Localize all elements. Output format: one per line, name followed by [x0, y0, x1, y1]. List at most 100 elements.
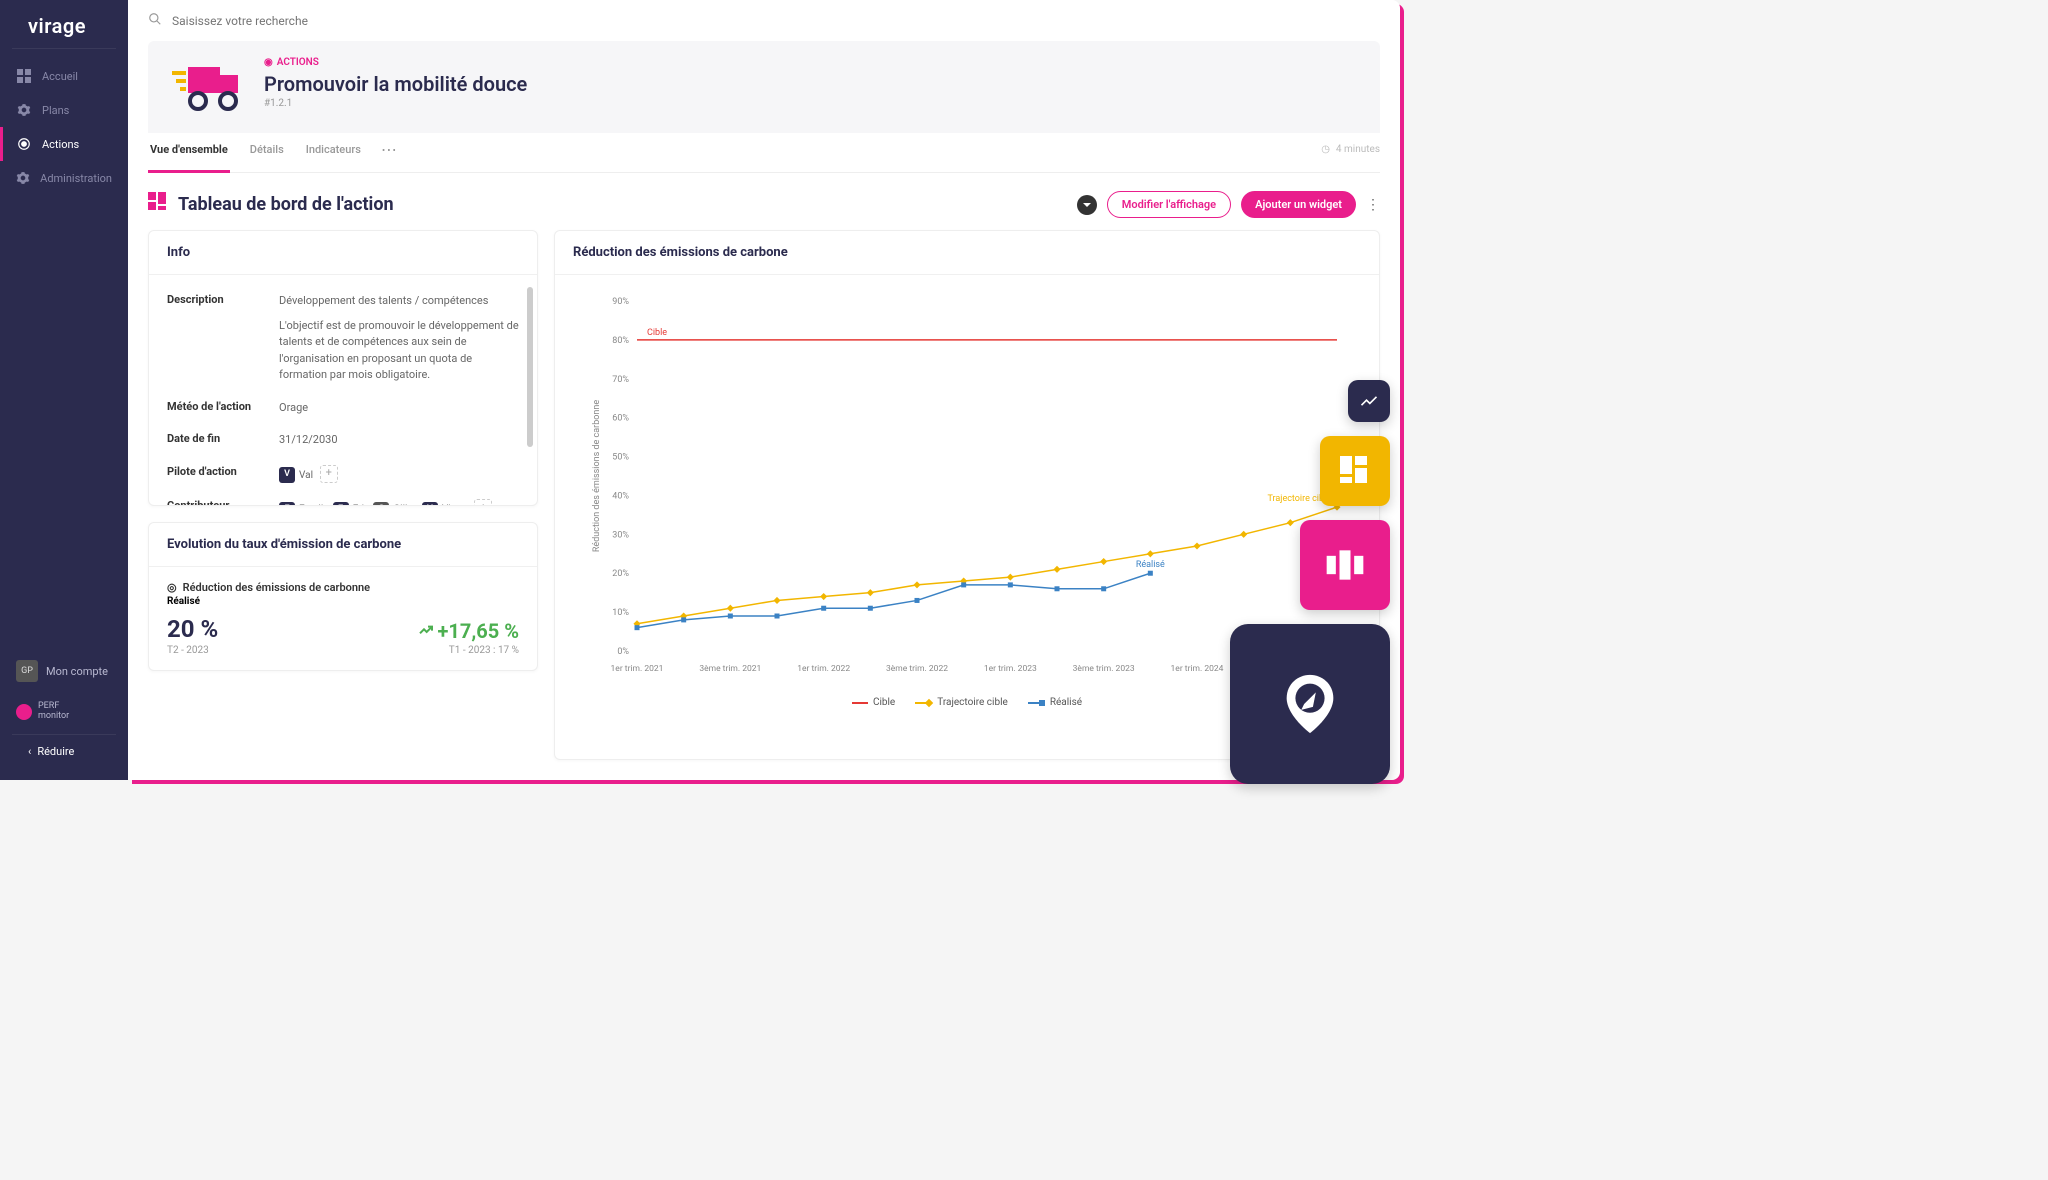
trend-up-icon	[418, 619, 434, 643]
evolution-subtitle: ◎ Réduction des émissions de carbonne	[167, 581, 519, 594]
clock-icon: ◷	[1321, 144, 1330, 155]
float-tile-chart[interactable]	[1348, 380, 1390, 422]
svg-text:3ème trim. 2021: 3ème trim. 2021	[699, 664, 761, 674]
app-logo: virage	[12, 0, 116, 49]
user-chip[interactable]: GGilles	[373, 502, 418, 506]
nav: Accueil Plans Actions Administration	[0, 49, 128, 644]
modify-display-button[interactable]: Modifier l'affichage	[1107, 191, 1231, 218]
search-icon	[148, 12, 162, 29]
last-updated: ◷ 4 minutes	[1321, 144, 1380, 155]
card-title: Info	[149, 231, 537, 275]
val-description: Développement des talents / compétences …	[279, 293, 519, 384]
reduce-label: Réduire	[37, 745, 74, 758]
gear-icon	[16, 102, 32, 118]
searchbar	[128, 0, 1400, 41]
svg-text:20%: 20%	[612, 569, 629, 579]
collapse-sidebar[interactable]: ‹ Réduire	[12, 734, 116, 768]
collapse-toggle[interactable]	[1077, 195, 1097, 215]
svg-text:90%: 90%	[612, 297, 629, 307]
evolution-period: T2 - 2023	[167, 645, 218, 656]
dashboard-icon	[16, 68, 32, 84]
avatar: GP	[16, 660, 38, 682]
dashboard-title: Tableau de bord de l'action	[148, 192, 394, 217]
label-contrib: Contributeur	[167, 499, 267, 505]
user-chip[interactable]: EEstelle	[279, 502, 329, 506]
perf-monitor[interactable]: PERFmonitor	[0, 694, 128, 730]
nav-label: Accueil	[42, 70, 78, 83]
float-tile-dashboard[interactable]	[1320, 436, 1390, 506]
tabs: Vue d'ensemble Détails Indicateurs ⋯ ◷ 4…	[148, 133, 1380, 173]
info-body: Description Développement des talents / …	[149, 275, 537, 505]
add-pilote[interactable]: +	[320, 465, 338, 483]
nav-accueil[interactable]: Accueil	[0, 59, 128, 93]
tab-overview[interactable]: Vue d'ensemble	[148, 133, 230, 166]
svg-text:30%: 30%	[612, 530, 629, 540]
target-icon	[16, 136, 32, 152]
more-icon[interactable]: ⋮	[1366, 197, 1380, 213]
svg-text:1er trim. 2024: 1er trim. 2024	[1171, 664, 1224, 674]
val-contrib: EEstelle EEricGGilles VVirage +	[279, 499, 519, 505]
tab-details[interactable]: Détails	[248, 133, 286, 166]
label-meteo: Météo de l'action	[167, 400, 267, 417]
truck-icon	[168, 57, 246, 117]
legend-cible: Cible	[852, 697, 895, 708]
evolution-delta: +17,65 %	[418, 619, 519, 643]
breadcrumb[interactable]: ◉ ACTIONS	[264, 57, 1360, 68]
account-label: Mon compte	[46, 665, 108, 678]
sidebar-bottom: GP Mon compte PERFmonitor ‹ Réduire	[0, 644, 128, 780]
card-title: Réduction des émissions de carbone	[555, 231, 1379, 275]
tab-indicators[interactable]: Indicateurs	[304, 133, 363, 166]
svg-text:1er trim. 2021: 1er trim. 2021	[611, 664, 664, 674]
page-id: #1.2.1	[264, 98, 1360, 109]
svg-text:40%: 40%	[612, 491, 629, 501]
search-input[interactable]	[172, 14, 1380, 28]
float-tile-compass[interactable]	[1230, 624, 1390, 784]
evolution-delta-sub: T1 - 2023 : 17 %	[418, 645, 519, 656]
header-meta: ◉ ACTIONS Promouvoir la mobilité douce #…	[264, 57, 1360, 109]
legend-realise: Réalisé	[1028, 697, 1082, 708]
perf-label: PERFmonitor	[38, 702, 69, 722]
nav-plans[interactable]: Plans	[0, 93, 128, 127]
card-title: Evolution du taux d'émission de carbone	[149, 523, 537, 567]
nav-administration[interactable]: Administration	[0, 161, 128, 195]
svg-text:1er trim. 2022: 1er trim. 2022	[797, 664, 850, 674]
svg-text:0%: 0%	[617, 647, 629, 657]
evolution-body: ◎ Réduction des émissions de carbonne Ré…	[149, 567, 537, 670]
svg-text:80%: 80%	[612, 336, 629, 346]
nav-label: Administration	[40, 172, 112, 185]
label-description: Description	[167, 293, 267, 384]
floating-tiles	[1230, 380, 1390, 784]
perf-icon	[16, 704, 32, 720]
page-title: Promouvoir la mobilité douce	[264, 72, 1360, 96]
svg-text:3ème trim. 2023: 3ème trim. 2023	[1073, 664, 1135, 674]
svg-text:Cible: Cible	[647, 328, 667, 338]
user-chip[interactable]: EEric	[333, 502, 370, 506]
dashboard-icon	[148, 192, 168, 217]
nav-label: Actions	[42, 138, 79, 151]
page-header: ◉ ACTIONS Promouvoir la mobilité douce #…	[148, 41, 1380, 133]
legend-trajectoire: Trajectoire cible	[915, 697, 1008, 708]
svg-text:3ème trim. 2022: 3ème trim. 2022	[886, 664, 948, 674]
svg-text:70%: 70%	[612, 375, 629, 385]
svg-text:10%: 10%	[612, 608, 629, 618]
account-link[interactable]: GP Mon compte	[0, 652, 128, 690]
add-contributor[interactable]: +	[474, 499, 492, 505]
dashboard-actions: Modifier l'affichage Ajouter un widget ⋮	[1077, 191, 1380, 218]
dashboard-grid: Info Description Développement des talen…	[148, 230, 1380, 760]
target-icon: ◉	[264, 57, 273, 68]
user-chip[interactable]: V Val	[279, 467, 313, 483]
label-pilote: Pilote d'action	[167, 465, 267, 484]
evolution-value: 20 %	[167, 615, 218, 643]
scrollbar[interactable]	[527, 287, 533, 447]
float-tile-columns[interactable]	[1300, 520, 1390, 610]
sidebar: virage Accueil Plans Actions Administrat…	[0, 0, 128, 780]
nav-actions[interactable]: Actions	[0, 127, 128, 161]
tab-more[interactable]: ⋯	[381, 140, 397, 159]
user-chip[interactable]: VVirage	[422, 502, 470, 506]
nav-label: Plans	[42, 104, 69, 117]
main: ◉ ACTIONS Promouvoir la mobilité douce #…	[128, 0, 1400, 780]
evolution-card: Evolution du taux d'émission de carbone …	[148, 522, 538, 671]
add-widget-button[interactable]: Ajouter un widget	[1241, 191, 1356, 218]
val-pilote: V Val +	[279, 465, 519, 484]
svg-text:1er trim. 2023: 1er trim. 2023	[984, 664, 1037, 674]
